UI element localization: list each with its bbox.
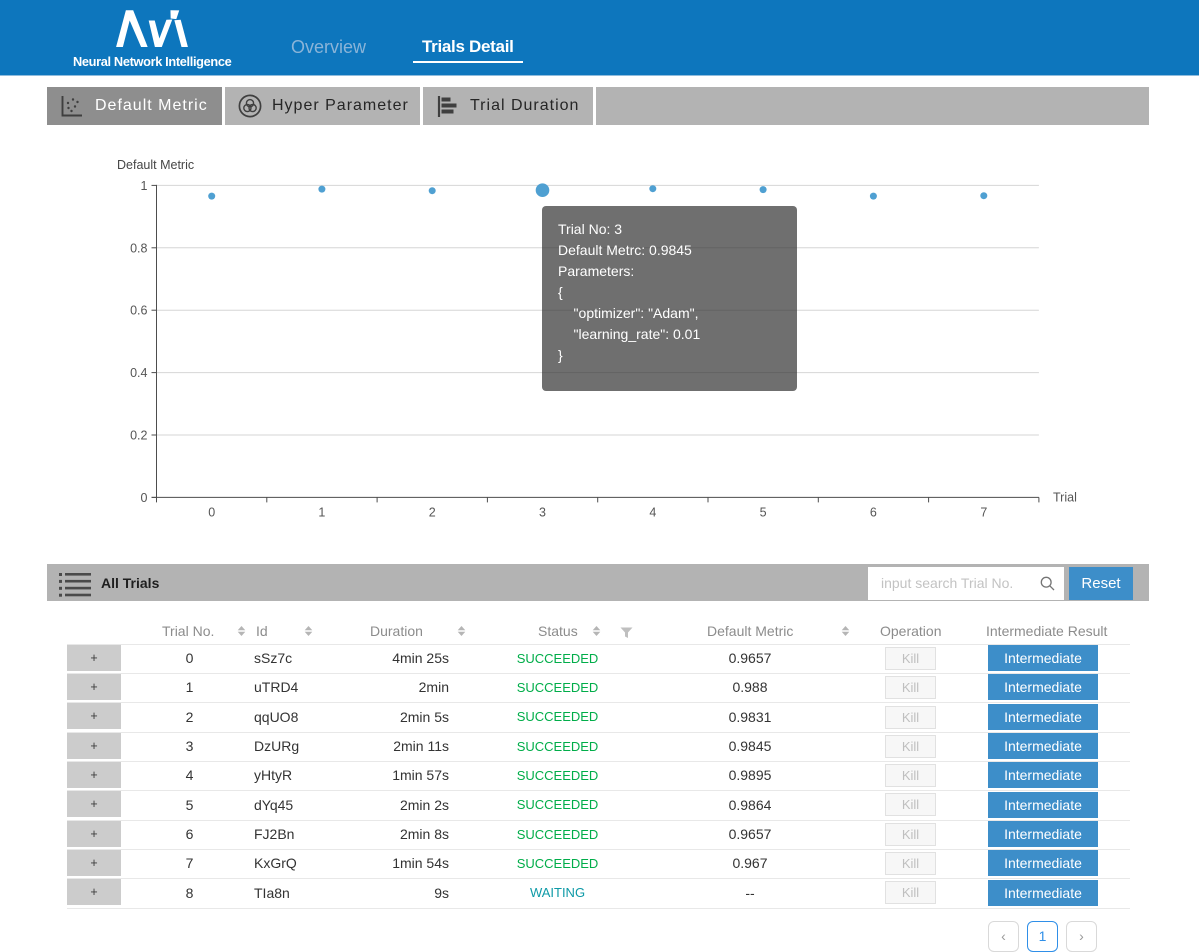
svg-text:2: 2 — [429, 505, 436, 519]
svg-text:0: 0 — [141, 491, 148, 505]
svg-text:7: 7 — [980, 505, 987, 519]
svg-text:0.8: 0.8 — [130, 241, 147, 255]
svg-text:1: 1 — [141, 179, 148, 193]
svg-text:0.4: 0.4 — [130, 366, 147, 380]
svg-text:0: 0 — [208, 505, 215, 519]
svg-text:Default Metric: Default Metric — [117, 158, 194, 172]
svg-text:3: 3 — [539, 505, 546, 519]
svg-text:5: 5 — [760, 505, 767, 519]
svg-text:1: 1 — [318, 505, 325, 519]
svg-text:Trial: Trial — [1053, 490, 1077, 504]
svg-text:0.2: 0.2 — [130, 429, 147, 443]
svg-text:6: 6 — [870, 505, 877, 519]
svg-text:4: 4 — [649, 505, 656, 519]
svg-text:0.6: 0.6 — [130, 304, 147, 318]
